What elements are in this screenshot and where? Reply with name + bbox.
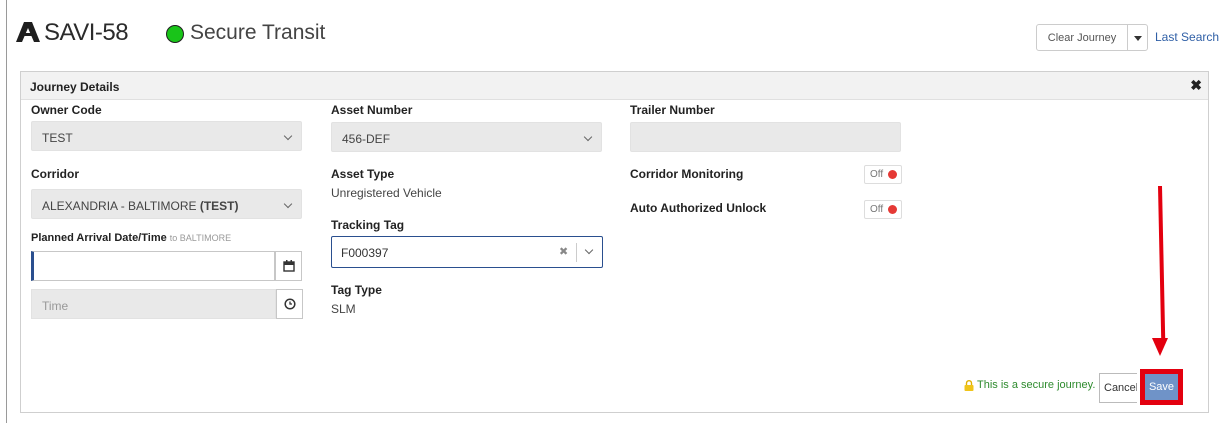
chevron-down-icon — [283, 131, 293, 141]
planned-arrival-label-text: Planned Arrival Date/Time — [31, 232, 167, 244]
planned-arrival-label: Planned Arrival Date/Time to BALTIMORE — [31, 232, 231, 244]
chevron-down-icon[interactable] — [584, 245, 594, 255]
status-text: Secure Transit — [190, 21, 326, 44]
tag-type-label: Tag Type — [331, 283, 382, 297]
tag-type-value: SLM — [331, 302, 356, 316]
calendar-icon[interactable] — [275, 251, 302, 281]
tracking-tag-select[interactable]: F000397 ✖ — [331, 236, 603, 268]
planned-arrival-hint: to BALTIMORE — [169, 233, 232, 243]
panel-title: Journey Details — [30, 80, 120, 94]
clock-icon[interactable] — [276, 289, 303, 319]
chevron-down-icon — [283, 199, 293, 209]
clear-journey-dropdown-icon[interactable] — [1127, 24, 1148, 51]
close-icon[interactable]: ✖ — [1190, 77, 1202, 94]
chevron-down-icon — [583, 132, 593, 142]
app-name: SAVI-58 — [44, 19, 129, 46]
corridor-value: ALEXANDRIA - BALTIMORE — [42, 199, 200, 213]
asset-type-label: Asset Type — [331, 167, 395, 181]
trailer-number-input[interactable] — [630, 122, 901, 152]
auto-unlock-toggle[interactable]: Off — [864, 200, 902, 219]
corridor-monitoring-state: Off — [870, 169, 884, 180]
owner-code-value: TEST — [42, 131, 73, 145]
app-logo-icon — [16, 22, 40, 42]
toggle-off-indicator — [888, 170, 897, 179]
last-search-link[interactable]: Last Search — [1155, 30, 1219, 44]
asset-number-value: 456-DEF — [342, 132, 391, 146]
corridor-monitoring-toggle[interactable]: Off — [864, 165, 902, 184]
panel-header: Journey Details ✖ — [21, 72, 1208, 100]
trailer-number-label: Trailer Number — [630, 103, 715, 117]
corridor-monitoring-label: Corridor Monitoring — [630, 167, 744, 181]
clear-icon[interactable]: ✖ — [559, 245, 568, 258]
cancel-button[interactable]: Cancel — [1099, 373, 1137, 403]
auto-unlock-label: Auto Authorized Unlock — [630, 201, 767, 215]
corridor-value-code: (TEST) — [199, 199, 239, 213]
asset-type-value: Unregistered Vehicle — [331, 186, 442, 200]
tracking-tag-label: Tracking Tag — [331, 218, 405, 232]
asset-number-label: Asset Number — [331, 103, 413, 117]
owner-code-label: Owner Code — [31, 103, 102, 117]
asset-number-select[interactable]: 456-DEF — [331, 122, 602, 152]
planned-arrival-date-input[interactable] — [31, 251, 275, 281]
status-indicator-icon — [166, 25, 184, 43]
planned-arrival-time-input[interactable]: Time — [31, 289, 276, 319]
corridor-label: Corridor — [31, 167, 79, 181]
secure-journey-note: This is a secure journey. — [977, 379, 1096, 391]
divider — [576, 243, 577, 262]
tracking-tag-value: F000397 — [341, 246, 389, 260]
auto-unlock-state: Off — [870, 204, 884, 215]
toggle-off-indicator — [888, 205, 897, 214]
save-button[interactable]: Save — [1140, 369, 1183, 405]
clear-journey-button[interactable]: Clear Journey — [1036, 24, 1128, 51]
corridor-select[interactable]: ALEXANDRIA - BALTIMORE (TEST) — [31, 189, 302, 219]
owner-code-select[interactable]: TEST — [31, 121, 302, 151]
annotation-arrow-head-icon — [1152, 338, 1168, 356]
